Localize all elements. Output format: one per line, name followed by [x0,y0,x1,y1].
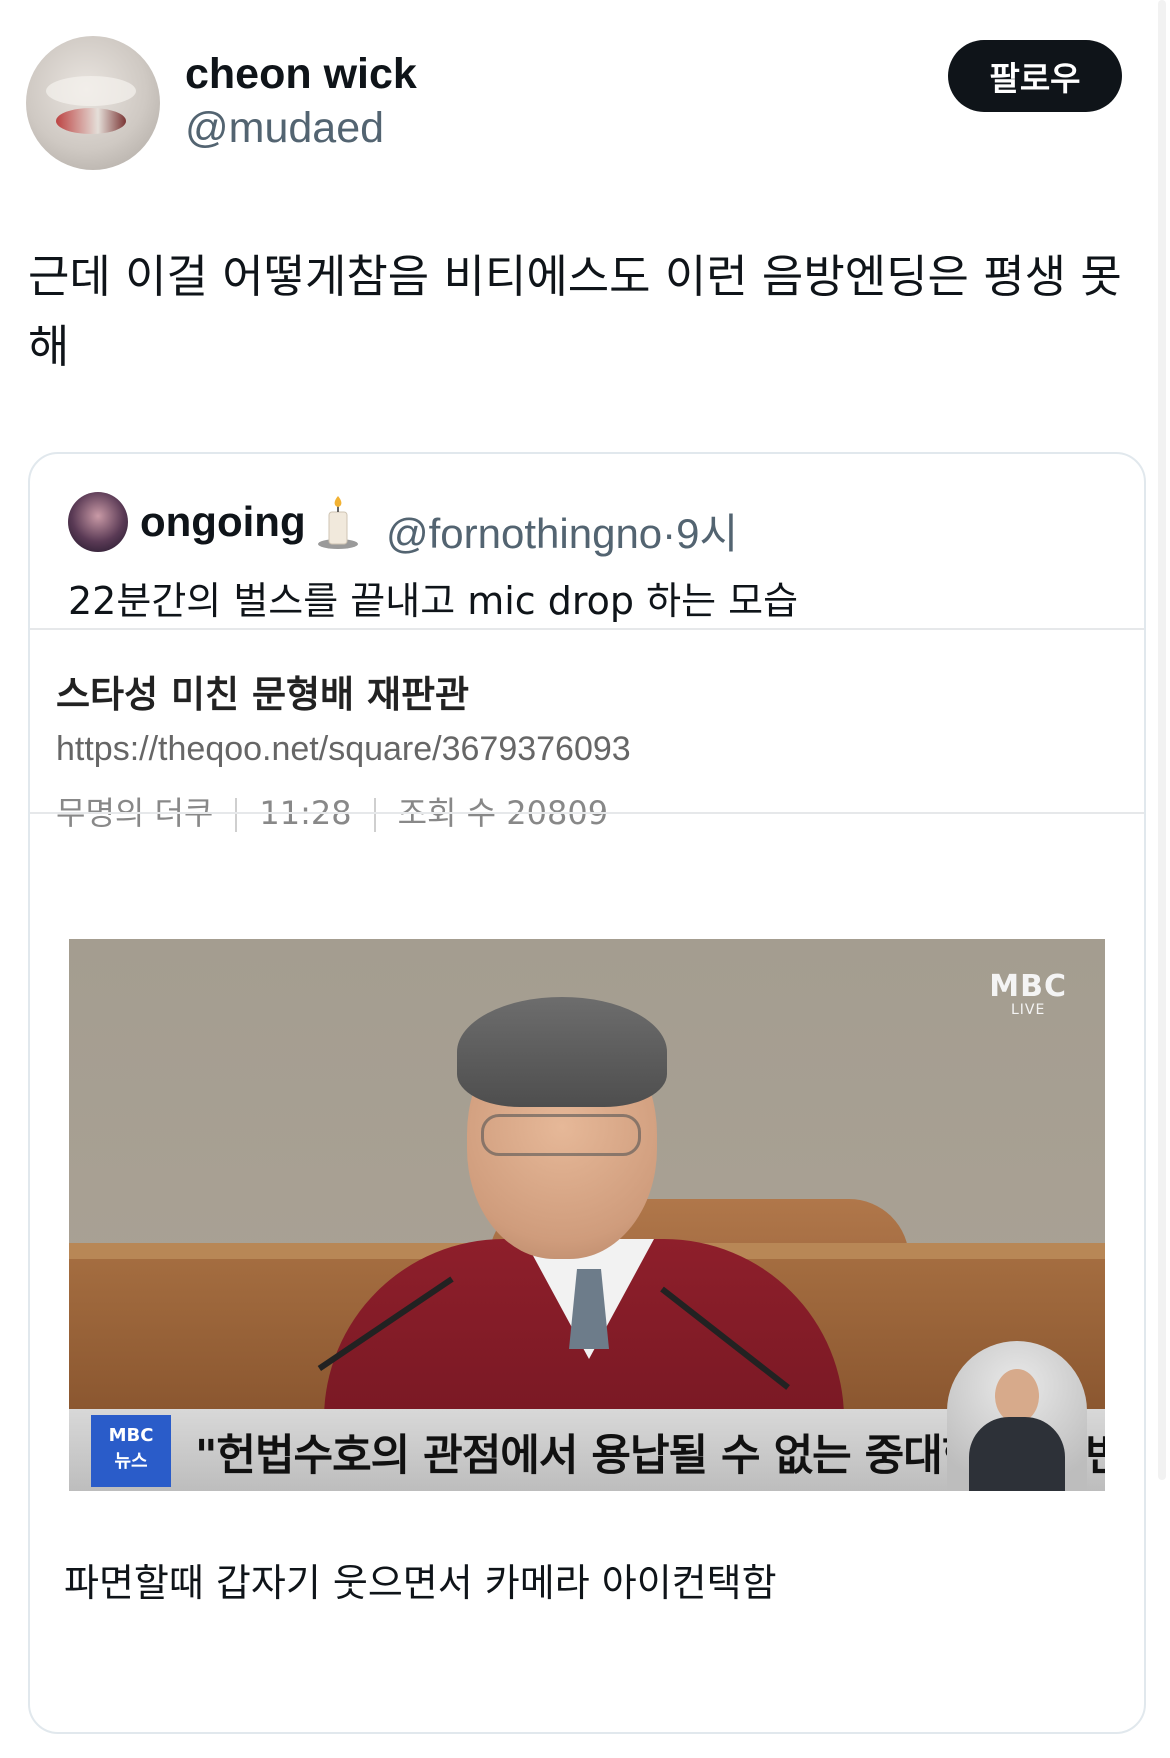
post-body-text: 파면할때 갑자기 웃으면서 카메라 아이컨택함 [64,1561,777,1605]
glasses [481,1114,641,1156]
author-handle[interactable]: @mudaed [185,104,384,153]
divider [30,628,1144,630]
avatar-highlight [46,76,136,106]
meta-divider [235,798,238,832]
tweet-text: 근데 이걸 어떻게참음 비티에스도 이런 음방엔딩은 평생 못해 [28,250,1122,373]
quoted-time[interactable]: 9시 [676,510,738,557]
post-url[interactable]: https://theqoo.net/square/3679376093 [56,730,631,769]
author-avatar[interactable] [26,36,160,170]
avatar-detail [56,108,126,134]
divider [30,812,1144,814]
quoted-tweet-card[interactable]: ongoing @fornothingno·9시 22분간의 벌스를 끝내고 m… [28,452,1146,1734]
quoted-meta: @fornothingno·9시 [386,500,738,561]
video-frame-image[interactable]: MBC LIVE MBC 뉴스 "헌법수호의 관점에서 용납될 수 없는 중대한… [69,939,1105,1491]
mbc-live-watermark: MBC LIVE [989,969,1067,1018]
watermark-sub: LIVE [1010,1002,1046,1018]
candle-icon [318,496,358,549]
judge-hair [457,997,667,1107]
author-display-name[interactable]: cheon wick [185,50,417,99]
post-meta: 무명의 더쿠 11:28 조회 수 20809 [56,788,608,834]
quoted-author-name[interactable]: ongoing [140,498,306,546]
quoted-author-handle[interactable]: @fornothingno [386,510,662,557]
interpreter-head [995,1369,1039,1423]
post-title: 스타성 미친 문형배 재판관 [56,673,470,716]
meta-separator: · [662,510,677,557]
quoted-author-avatar[interactable] [68,492,128,552]
news-logo-top: MBC [108,1425,154,1446]
watermark-main: MBC [989,969,1067,1004]
sign-language-interpreter [947,1341,1087,1491]
interpreter-body [969,1417,1065,1491]
quoted-tweet-text: 22분간의 벌스를 끝내고 mic drop 하는 모습 [68,579,799,623]
scrollbar[interactable] [1158,0,1166,1480]
meta-divider [373,798,376,832]
news-logo-bottom: 뉴스 [114,1451,148,1472]
follow-button[interactable]: 팔로우 [948,40,1122,112]
mbc-news-logo: MBC 뉴스 [91,1415,171,1487]
